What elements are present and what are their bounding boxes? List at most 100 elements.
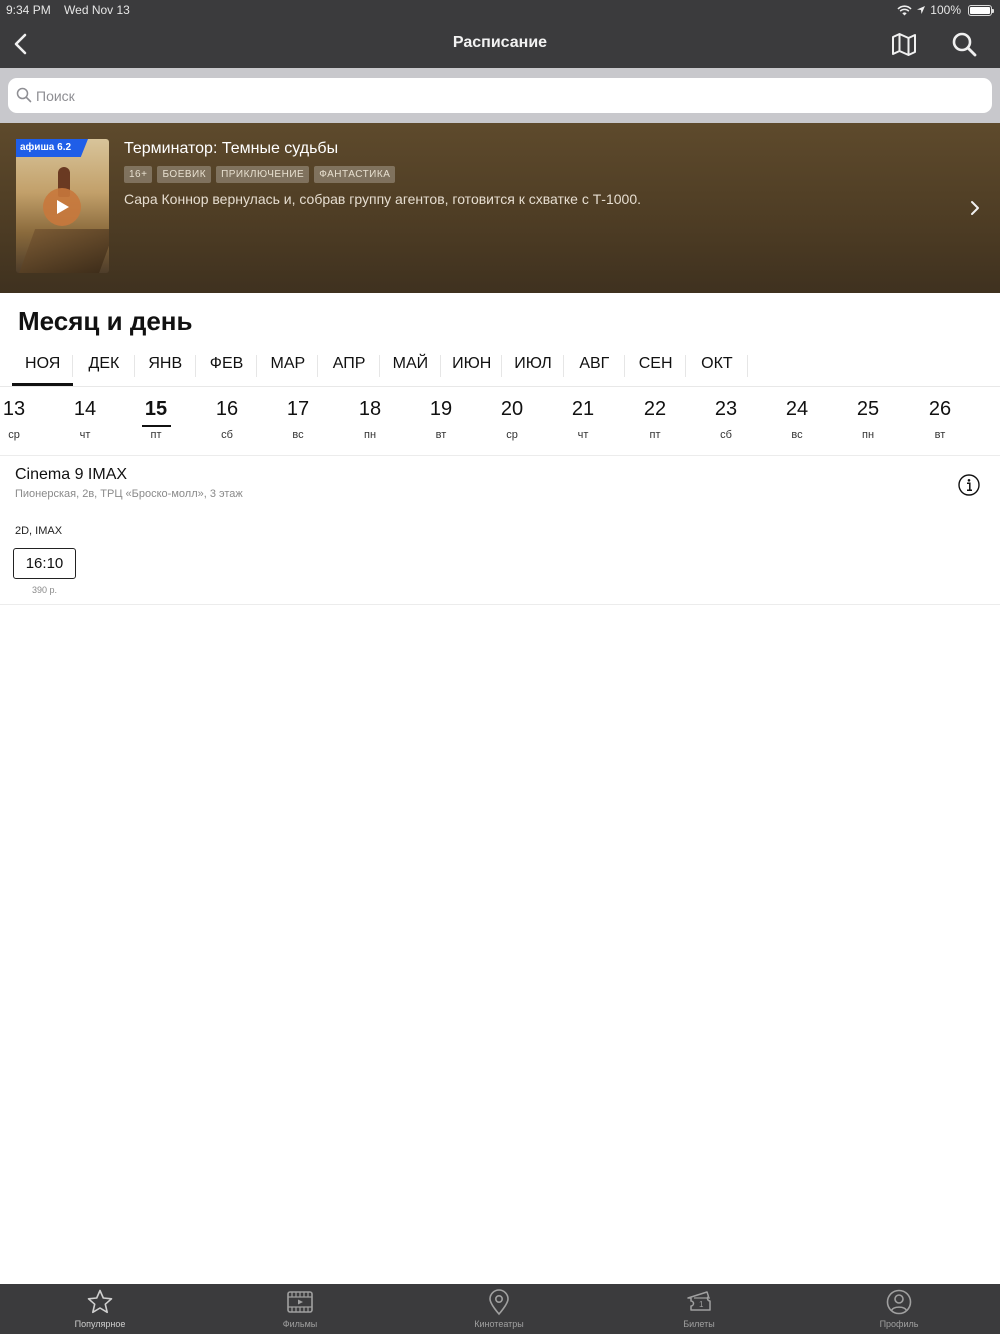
day-item[interactable]: 21 чт [558,395,608,441]
month-tab[interactable]: ФЕВ [196,345,258,386]
tab-label: Билеты [683,1319,715,1329]
tab-label: Профиль [879,1319,919,1329]
status-date: Wed Nov 13 [64,3,130,17]
chevron-right-icon[interactable] [966,199,984,217]
svg-text:1: 1 [699,1300,704,1309]
day-weekday: ср [8,429,20,441]
ticket-icon: 1 [687,1291,711,1311]
month-label: ЯНВ [148,355,183,372]
day-item[interactable]: 24 вс [772,395,822,441]
selected-underline [142,425,171,427]
page-title: Расписание [452,34,548,51]
location-pin-icon [489,1289,509,1316]
month-tab[interactable]: МАЙ [380,345,442,386]
day-item[interactable]: 13 ср [0,395,39,441]
month-tab[interactable]: СЕН [625,345,687,386]
cinema-name: Cinema 9 IMAX [15,466,128,483]
day-weekday: вт [435,429,447,441]
search-input[interactable] [36,78,976,113]
month-label: СЕН [638,355,673,372]
day-number: 22 [643,398,667,420]
day-item[interactable]: 26 вт [915,395,965,441]
genre-tag: БОЕВИК [157,166,212,183]
genre-tag: ФАНТАСТИКА [314,166,396,183]
day-item[interactable]: 20 ср [487,395,537,441]
day-item[interactable]: 25 пн [843,395,893,441]
tab-label: Кинотеатры [474,1319,524,1329]
day-number: 21 [571,398,595,420]
day-number: 17 [286,398,310,420]
month-tab[interactable]: АВГ [564,345,625,386]
wifi-icon [897,4,912,15]
day-item[interactable]: 14 чт [60,395,110,441]
day-number: 16 [215,398,239,420]
month-label: МАР [270,355,306,372]
play-icon [57,200,69,214]
month-tab[interactable]: НОЯ [12,345,74,386]
battery-icon [968,4,994,16]
day-weekday: вс [292,429,304,441]
film-icon [287,1291,313,1313]
format-label: 2D, IMAX [15,525,63,537]
movie-banner[interactable]: афиша 6.2 Терминатор: Темные судьбы 16+ … [0,123,1000,293]
day-item[interactable]: 18 пн [345,395,395,441]
search-box[interactable] [8,78,992,113]
month-tab[interactable]: ИЮЛ [502,345,564,386]
month-tab[interactable]: ДЕК [73,345,135,386]
tab-label: Фильмы [282,1319,318,1329]
month-label: МАЙ [392,355,429,372]
status-right: 100% [897,3,994,17]
map-icon[interactable] [890,30,918,58]
rating-badge: афиша 6.2 [16,139,88,157]
month-label: ДЕК [88,355,120,372]
status-bar: 9:34 PM Wed Nov 13 100% [0,0,1000,20]
movie-title: Терминатор: Темные судьбы [124,140,339,157]
day-item[interactable]: 17 вс [273,395,323,441]
play-trailer-button[interactable] [43,188,81,226]
day-number: 23 [714,398,738,420]
section-title: Месяц и день [18,306,193,336]
day-item[interactable]: 22 пт [630,395,680,441]
profile-icon [886,1289,912,1315]
month-tab[interactable]: ОКТ [686,345,748,386]
tab-tickets[interactable]: 1 Билеты [639,1284,759,1334]
day-item[interactable]: 23 сб [701,395,751,441]
day-item[interactable]: 19 вт [416,395,466,441]
tab-cinemas[interactable]: Кинотеатры [439,1284,559,1334]
poster-road [16,229,109,273]
day-weekday: пн [363,429,377,441]
day-number: 14 [73,398,97,420]
movie-tags: 16+ БОЕВИК ПРИКЛЮЧЕНИЕ ФАНТАСТИКА [124,166,396,183]
session-price: 390 р. [31,585,58,595]
day-number: 24 [785,398,809,420]
day-number: 13 [2,398,26,420]
month-label: НОЯ [25,355,61,372]
status-left: 9:34 PM Wed Nov 13 [6,3,140,17]
location-arrow-icon [917,6,926,14]
day-number: 18 [358,398,382,420]
session-time-button[interactable]: 16:10 [13,548,76,579]
month-tab[interactable]: АПР [318,345,380,386]
day-weekday: пт [649,429,661,441]
info-icon[interactable] [958,474,980,496]
age-rating-tag: 16+ [124,166,153,183]
tab-bar: Популярное Фильмы Кинотеатры 1 Билеты Пр… [0,1284,1000,1334]
month-tab[interactable]: ЯНВ [135,345,196,386]
day-item-selected[interactable]: 15 пт [131,395,181,441]
tab-movies[interactable]: Фильмы [240,1284,360,1334]
month-tabs: НОЯ ДЕК ЯНВ ФЕВ МАР АПР МАЙ ИЮН ИЮЛ АВГ … [12,345,748,386]
month-tab[interactable]: ИЮН [441,345,503,386]
divider [0,455,1000,456]
day-picker: 13 ср 14 чт 15 пт 16 сб 17 вс 18 пн 19 вт 20 ср … [0,395,1000,455]
search-field-icon [16,87,32,103]
month-label: ФЕВ [209,355,244,372]
tab-profile[interactable]: Профиль [839,1284,959,1334]
day-weekday: чт [577,429,589,441]
search-icon[interactable] [950,30,978,58]
day-weekday: пн [861,429,875,441]
month-tab[interactable]: МАР [257,345,319,386]
month-label: ИЮН [452,355,492,372]
day-item[interactable]: 16 сб [202,395,252,441]
tab-popular[interactable]: Популярное [40,1284,160,1334]
day-weekday: сб [221,429,233,441]
